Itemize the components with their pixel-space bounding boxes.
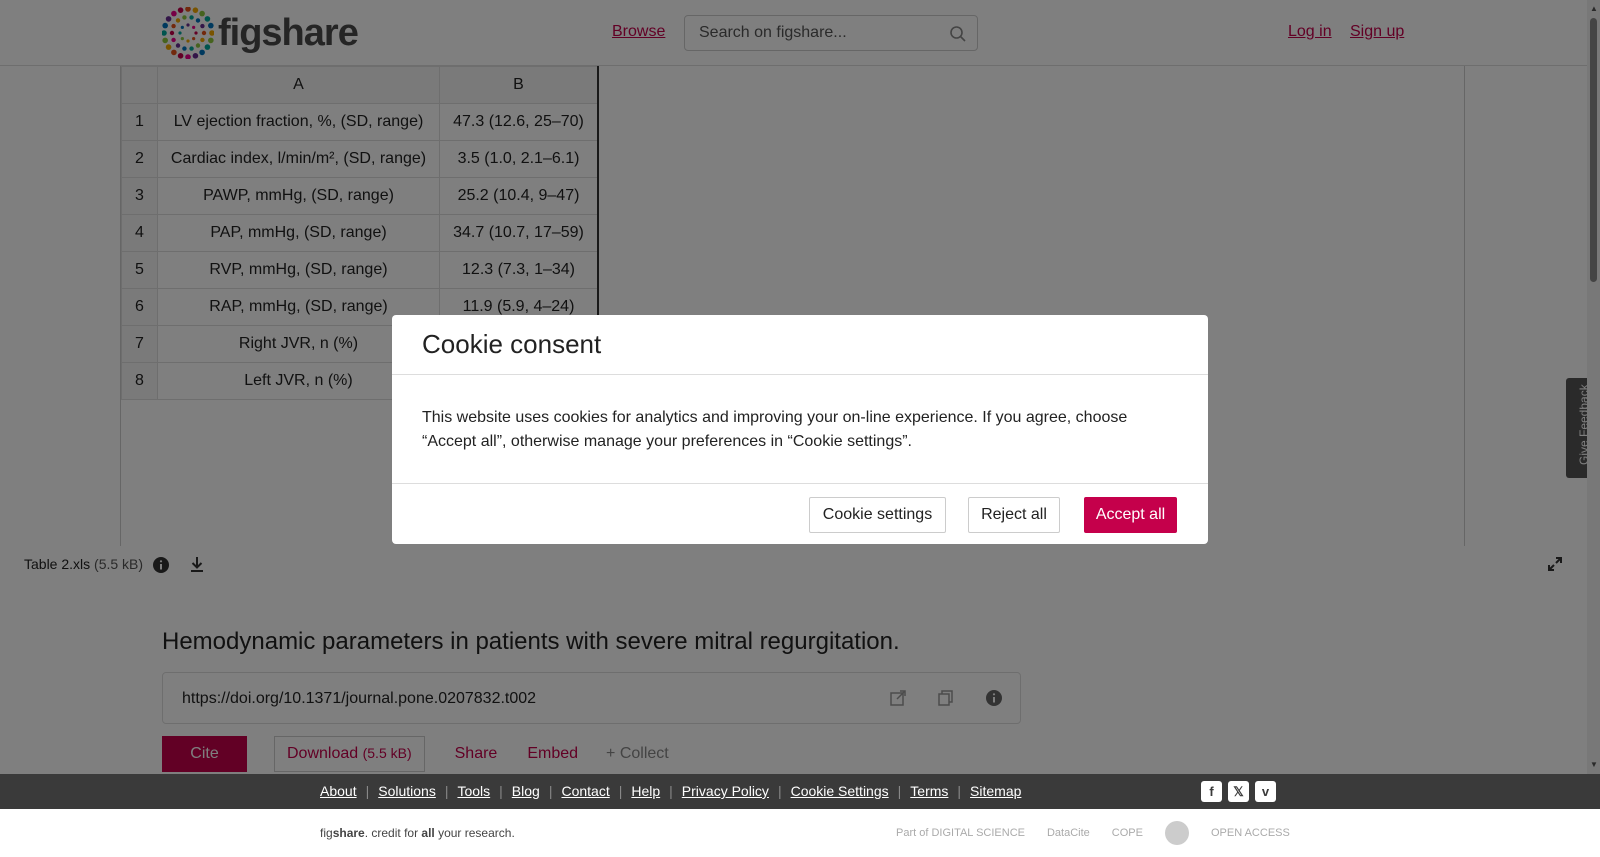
dialog-body: This website uses cookies for analytics … bbox=[422, 409, 1128, 450]
footer-links: About | Solutions | Tools | Blog | Contact | Help |… bbox=[320, 783, 1021, 799]
vimeo-icon[interactable]: v bbox=[1255, 781, 1276, 802]
cookie-settings-button[interactable]: Cookie settings bbox=[809, 497, 946, 533]
footer-bottom: figshare. credit for all your research. … bbox=[0, 809, 1600, 857]
footer-separator: | bbox=[548, 783, 553, 799]
footer-separator: | bbox=[777, 783, 782, 799]
reject-all-button[interactable]: Reject all bbox=[968, 497, 1060, 533]
footer-link[interactable]: Privacy Policy bbox=[682, 783, 769, 799]
footer-link[interactable]: Help bbox=[631, 783, 660, 799]
footer-link[interactable]: Contact bbox=[561, 783, 609, 799]
footer-separator: | bbox=[499, 783, 503, 799]
footer-link[interactable]: Cookie Settings bbox=[791, 783, 889, 799]
footer-separator: | bbox=[618, 783, 623, 799]
facebook-icon[interactable]: f bbox=[1201, 781, 1222, 802]
footer-nav: About | Solutions | Tools | Blog | Contact | Help |… bbox=[0, 774, 1600, 809]
footer-link[interactable]: Tools bbox=[457, 783, 490, 799]
datacite-logo[interactable]: DataCite bbox=[1047, 827, 1090, 839]
dialog-header: Cookie consent bbox=[392, 315, 1208, 375]
dialog-footer: Cookie settings Reject all Accept all bbox=[392, 483, 1208, 544]
tagline-post: your research. bbox=[434, 826, 515, 840]
x-twitter-icon[interactable]: 𝕏 bbox=[1228, 781, 1249, 802]
partner-logos: Part of DIGITAL SCIENCE DataCite COPE OP… bbox=[896, 821, 1290, 845]
tagline-mid: . credit for bbox=[364, 826, 422, 840]
footer-link[interactable]: Solutions bbox=[378, 783, 436, 799]
footer-link[interactable]: Blog bbox=[512, 783, 540, 799]
footer-link[interactable]: Terms bbox=[910, 783, 948, 799]
cookie-consent-dialog: Cookie consent This website uses cookies… bbox=[392, 315, 1208, 544]
footer-separator: | bbox=[365, 783, 370, 799]
footer-link[interactable]: About bbox=[320, 783, 357, 799]
footer-separator: | bbox=[669, 783, 673, 799]
footer-separator: | bbox=[444, 783, 449, 799]
accept-all-button[interactable]: Accept all bbox=[1084, 497, 1177, 533]
digital-science-logo[interactable]: Part of DIGITAL SCIENCE bbox=[896, 827, 1025, 839]
partner-seal-icon[interactable] bbox=[1164, 821, 1189, 845]
tagline-pre: fig bbox=[320, 826, 333, 840]
dialog-title: Cookie consent bbox=[422, 329, 602, 359]
social-links: f 𝕏 v bbox=[1201, 781, 1276, 802]
footer-tagline: figshare. credit for all your research. bbox=[320, 826, 515, 840]
tagline-brand: share bbox=[332, 826, 365, 840]
open-access-logo[interactable]: OPEN ACCESS bbox=[1211, 827, 1290, 839]
footer-separator: | bbox=[897, 783, 902, 799]
footer-separator: | bbox=[957, 783, 962, 799]
cope-logo[interactable]: COPE bbox=[1112, 827, 1143, 839]
footer-link[interactable]: Sitemap bbox=[970, 783, 1021, 799]
tagline-all: all bbox=[421, 826, 435, 840]
